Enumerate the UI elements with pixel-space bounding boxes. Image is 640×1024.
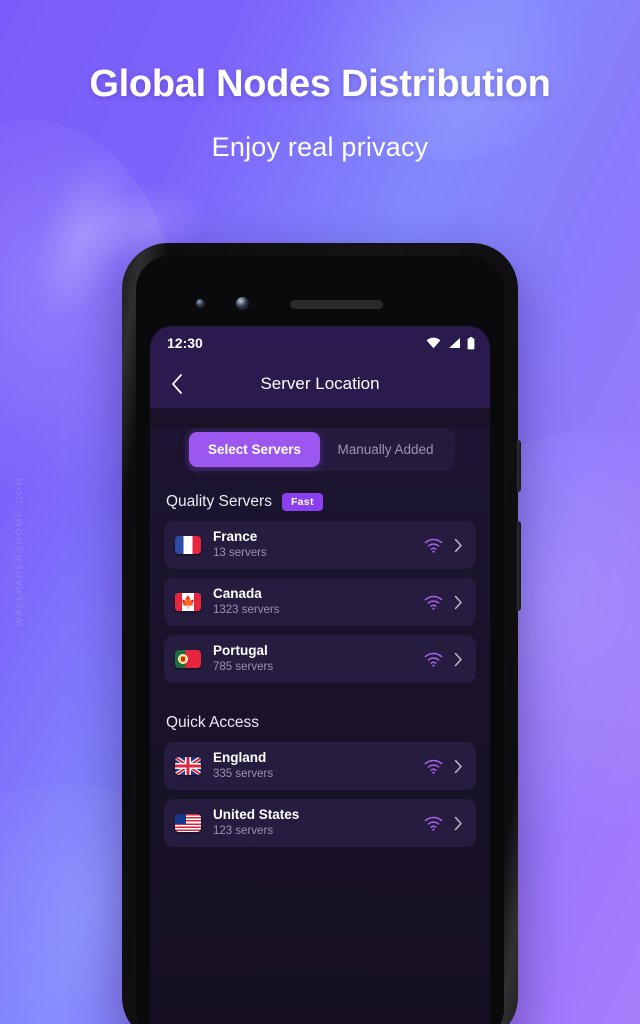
chevron-right-icon[interactable] <box>454 759 463 774</box>
us-canton <box>175 814 187 824</box>
row-text: Portugal 785 servers <box>213 643 424 675</box>
volume-button[interactable] <box>517 521 521 611</box>
earpiece-speaker <box>290 300 383 309</box>
maple-leaf-icon: 🍁 <box>180 595 196 609</box>
phone-bezel: 12:30 Server Location Select Servers Man… <box>136 256 504 1024</box>
table-row[interactable]: 🍁 Canada 1323 servers <box>164 578 476 626</box>
watermark-text: WALLPAPERSHOME.COM <box>14 476 24 627</box>
page-title: Server Location <box>260 374 380 393</box>
canada-flag: 🍁 <box>175 593 201 611</box>
row-icons <box>424 538 463 553</box>
app-bar: Server Location <box>150 360 490 408</box>
united-states-flag <box>175 814 201 832</box>
france-flag <box>175 536 201 554</box>
server-name: France <box>213 529 258 545</box>
portugal-emblem-icon <box>178 654 189 664</box>
section-header-quick-access: Quick Access <box>150 692 490 742</box>
promo-subheadline: Enjoy real privacy <box>211 132 429 162</box>
chevron-right-icon[interactable] <box>454 538 463 553</box>
server-count: 785 servers <box>213 660 274 673</box>
row-icons <box>424 759 463 774</box>
england-flag <box>175 757 201 775</box>
row-text: Canada 1323 servers <box>213 586 424 618</box>
row-icons <box>424 816 463 831</box>
tab-select-servers[interactable]: Select Servers <box>189 432 320 467</box>
server-name: England <box>213 750 267 766</box>
table-row[interactable]: France 13 servers <box>164 521 476 569</box>
chevron-left-icon <box>172 374 182 394</box>
section-title: Quality Servers <box>166 493 272 510</box>
front-camera-icon <box>196 299 205 308</box>
wifi-signal-icon <box>424 759 443 774</box>
server-count: 13 servers <box>213 546 267 559</box>
section-header-quality-servers: Quality Servers Fast <box>150 471 490 521</box>
phone-screen: 12:30 Server Location Select Servers Man… <box>150 326 490 1024</box>
wifi-signal-icon <box>424 652 443 667</box>
row-text: England 335 servers <box>213 750 424 782</box>
row-icons <box>424 595 463 610</box>
wifi-icon <box>426 337 441 349</box>
chevron-right-icon[interactable] <box>454 595 463 610</box>
portugal-flag <box>175 650 201 668</box>
row-text: France 13 servers <box>213 529 424 561</box>
server-name: Portugal <box>213 643 268 659</box>
chevron-right-icon[interactable] <box>454 652 463 667</box>
table-row[interactable]: United States 123 servers <box>164 799 476 847</box>
power-button[interactable] <box>517 440 521 492</box>
wifi-signal-icon <box>424 595 443 610</box>
chevron-right-icon[interactable] <box>454 816 463 831</box>
server-name: United States <box>213 807 300 823</box>
screen-content: Select Servers Manually Added Quality Se… <box>150 428 490 1024</box>
status-bar-clock: 12:30 <box>167 335 203 351</box>
battery-icon <box>467 336 475 349</box>
table-row[interactable]: Portugal 785 servers <box>164 635 476 683</box>
status-bar-icons <box>426 336 475 350</box>
cellular-signal-icon <box>449 338 460 348</box>
wifi-signal-icon <box>424 538 443 553</box>
segmented-control: Select Servers Manually Added <box>185 428 455 471</box>
status-badge: Fast <box>281 493 323 511</box>
section-title: Quick Access <box>166 714 260 731</box>
table-row[interactable]: England 335 servers <box>164 742 476 790</box>
server-name: Canada <box>213 586 262 602</box>
tab-manually-added[interactable]: Manually Added <box>320 432 451 467</box>
server-count: 335 servers <box>213 767 274 780</box>
wifi-signal-icon <box>424 816 443 831</box>
promo-headline: Global Nodes Distribution <box>89 63 551 105</box>
status-bar: 12:30 <box>150 326 490 360</box>
server-count: 123 servers <box>213 824 274 837</box>
back-button[interactable] <box>164 371 190 397</box>
phone-mockup: 12:30 Server Location Select Servers Man… <box>122 243 521 1024</box>
front-camera-secondary-icon <box>236 297 249 310</box>
server-count: 1323 servers <box>213 603 280 616</box>
row-icons <box>424 652 463 667</box>
row-text: United States 123 servers <box>213 807 424 839</box>
